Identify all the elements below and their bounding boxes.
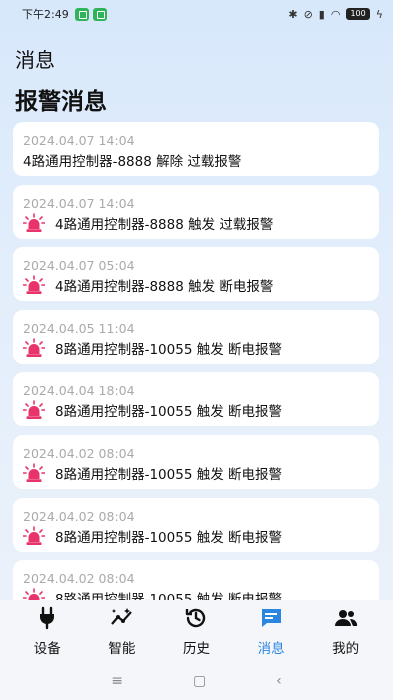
alarm-siren-icon <box>23 275 45 295</box>
tab-plug[interactable]: 设备 <box>12 606 82 662</box>
message-text: 8路通用控制器-10055 触发 断电报警 <box>55 529 282 546</box>
message-time: 2024.04.05 11:04 <box>23 320 135 336</box>
message-time: 2024.04.07 14:04 <box>23 195 135 211</box>
message-time: 2024.04.02 08:04 <box>23 445 135 461</box>
status-time: 下午2:49 <box>22 8 69 21</box>
message-text: 8路通用控制器-10055 触发 断电报警 <box>55 466 282 483</box>
tab-label: 我的 <box>332 641 360 657</box>
message-card[interactable]: 2024.04.04 18:04 8路通用控制器-10055 触发 断电报警 <box>13 372 379 427</box>
message-time: 2024.04.02 08:04 <box>23 571 135 587</box>
mute-icon: ⊘ <box>303 7 313 21</box>
message-time: 2024.04.04 18:04 <box>23 383 135 399</box>
message-card[interactable]: 2024.04.02 08:04 8路通用控制器-10055 触发 断电报警 <box>13 497 379 552</box>
plug-icon <box>35 606 59 637</box>
message-time: 2024.04.02 08:04 <box>23 508 135 524</box>
alarm-siren-icon <box>23 525 45 545</box>
message-row: 8路通用控制器-10055 触发 断电报警 <box>23 337 379 359</box>
alarm-siren-icon <box>23 212 45 232</box>
message-text: 4路通用控制器-8888 触发 断电报警 <box>55 279 274 296</box>
tab-label: 消息 <box>257 641 285 657</box>
smart-icon <box>110 606 134 637</box>
message-text: 4路通用控制器-8888 解除 过载报警 <box>23 154 242 170</box>
battery-icon: 100 <box>346 8 370 20</box>
alarm-siren-icon <box>23 463 45 482</box>
charging-icon: ϟ <box>375 7 383 21</box>
history-icon <box>184 606 208 637</box>
profile-icon <box>334 606 358 637</box>
signal-icon: ▮ <box>318 7 325 21</box>
app-notification-icon <box>74 7 89 21</box>
message-row: 8路通用控制器-10055 触发 断电报警 <box>23 462 379 484</box>
message-row: 8路通用控制器-10055 触发 断电报警 <box>23 399 379 421</box>
nav-title: 消息 <box>15 48 55 72</box>
message-card[interactable]: 2024.04.07 14:04 4路通用控制器-8888 解除 过载报警 <box>13 122 379 176</box>
bluetooth-icon: ✱ <box>288 7 298 21</box>
message-row: 4路通用控制器-8888 解除 过载报警 <box>23 149 379 171</box>
wifi-icon: ◠ <box>330 7 341 21</box>
message-text: 8路通用控制器-10055 触发 断电报警 <box>55 341 282 358</box>
message-list[interactable]: 2024.04.07 14:04 4路通用控制器-8888 解除 过载报警 2024… <box>13 122 379 602</box>
message-text: 8路通用控制器-10055 触发 断电报警 <box>55 404 282 421</box>
alarm-siren-icon <box>23 337 45 357</box>
alarm-siren-icon <box>23 400 45 420</box>
back-icon[interactable]: ‹ <box>276 673 282 689</box>
message-card[interactable]: 2024.04.05 11:04 8路通用控制器-10055 触发 断电报警 <box>13 309 379 364</box>
message-time: 2024.04.07 05:04 <box>23 258 135 274</box>
home-icon[interactable]: ▢ <box>193 673 206 689</box>
message-time: 2024.04.07 14:04 <box>23 133 135 148</box>
message-card[interactable]: 2024.04.07 05:04 4路通用控制器-8888 触发 断电报警 <box>13 247 379 302</box>
message-card[interactable]: 2024.04.07 14:04 4路通用控制器-8888 触发 过载报警 <box>13 184 379 239</box>
tab-label: 设备 <box>33 641 61 657</box>
tab-smart[interactable]: 智能 <box>87 606 157 662</box>
message-row: 4路通用控制器-8888 触发 断电报警 <box>23 274 379 296</box>
tab-label: 智能 <box>108 641 136 657</box>
tab-label: 历史 <box>182 641 210 657</box>
message-row: 8路通用控制器-10055 触发 断电报警 <box>23 525 379 547</box>
message-card[interactable]: 2024.04.02 08:04 8路通用控制器-10055 触发 断电报警 <box>13 560 379 602</box>
tab-history[interactable]: 历史 <box>161 606 231 662</box>
page-title: 报警消息 <box>15 89 107 115</box>
app-notification-icon <box>92 7 107 21</box>
status-bar: 下午2:49 ✱ ⊘ ▮ ◠ 100 ϟ <box>0 0 393 28</box>
message-row: 4路通用控制器-8888 触发 过载报警 <box>23 212 379 234</box>
tab-bar: 设备 智能 历史 消息 我的 <box>0 600 393 662</box>
menu-icon[interactable]: ≡ <box>111 673 123 689</box>
tab-profile[interactable]: 我的 <box>311 606 381 662</box>
system-nav-bar: ≡ ▢ ‹ <box>0 662 393 700</box>
tab-message[interactable]: 消息 <box>236 606 306 662</box>
status-indicators: ✱ ⊘ ▮ ◠ 100 ϟ <box>288 8 383 21</box>
message-icon <box>259 606 283 637</box>
message-text: 4路通用控制器-8888 触发 过载报警 <box>55 216 274 233</box>
message-card[interactable]: 2024.04.02 08:04 8路通用控制器-10055 触发 断电报警 <box>13 434 379 489</box>
